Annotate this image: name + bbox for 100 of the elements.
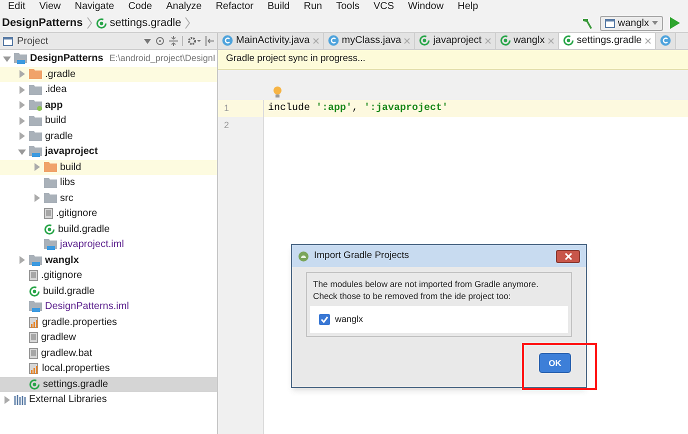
dialog-title: Import Gradle Projects [314,248,410,263]
collapse-icon[interactable] [169,36,178,46]
menu-item[interactable]: Tools [336,2,360,12]
collapsed-arrow-icon[interactable] [18,256,26,264]
module-file-icon [29,301,42,312]
lightbulb-icon[interactable] [273,86,282,98]
tree-item[interactable]: gradle [0,128,217,144]
tree-item[interactable]: javaproject.iml [0,237,217,252]
hide-panel-icon[interactable] [205,36,214,46]
sync-banner: Gradle project sync in progress... [218,50,688,70]
menu-item[interactable]: Build [267,2,290,12]
gradle-file-icon [419,35,430,46]
android-icon [298,250,309,262]
ok-button[interactable]: OK [539,353,571,373]
file-icon [29,348,38,359]
menu-item[interactable]: VCS [373,2,394,12]
module-folder-icon [29,100,42,111]
tree-item[interactable]: gradlew.bat [0,346,217,361]
close-icon [564,252,572,260]
expanded-arrow-icon[interactable] [3,54,11,63]
checkbox[interactable] [319,314,330,325]
tree-item[interactable]: local.properties [0,361,217,376]
tree-item[interactable]: .idea [0,82,217,98]
tree-item[interactable]: .gitignore [0,268,217,284]
file-icon [29,270,38,282]
menu-item[interactable]: Window [408,2,444,12]
gradle-file-icon [562,35,574,46]
menu-item[interactable]: Help [458,2,478,12]
module-folder-icon [14,53,27,64]
editor-tab[interactable]: settings.gradle [558,33,656,49]
menu-item[interactable]: Analyze [166,2,202,12]
menu-item[interactable]: Run [304,2,322,12]
gradle-file-icon [500,35,511,46]
tree-item[interactable]: .gradle [0,66,217,82]
close-icon[interactable] [312,38,319,44]
menu-item[interactable]: View [39,2,61,12]
window-icon [604,18,615,28]
tree-item[interactable]: src [0,190,217,206]
tree-item[interactable]: build.gradle [0,222,217,237]
gradle-file-icon [96,18,107,28]
editor-tab[interactable]: wanglx [496,33,559,49]
collapsed-arrow-icon[interactable] [33,194,41,202]
panel-title[interactable]: Project [17,34,48,48]
close-icon[interactable] [548,38,554,44]
gradle-file-icon [29,378,40,390]
tree-item[interactable]: javaproject [0,144,217,160]
class-icon [328,35,339,46]
gear-icon[interactable] [187,36,201,46]
tree-item[interactable]: settings.gradle [0,376,217,392]
tree-item[interactable]: External Libraries [0,392,217,408]
line-number: 1 [218,100,264,117]
menu-item[interactable]: Code [128,2,152,12]
menu-item[interactable]: Refactor [216,2,254,12]
properties-file-icon [29,363,39,374]
class-icon [660,35,671,46]
editor-tab[interactable] [656,33,676,49]
breadcrumb-item[interactable]: DesignPatterns [2,14,83,32]
tree-item[interactable]: build [0,113,217,128]
tree-item[interactable]: build.gradle [0,284,217,299]
run-icon[interactable] [669,17,680,29]
hammer-icon[interactable] [580,16,594,30]
close-icon[interactable] [404,38,410,44]
crosshair-icon[interactable] [155,36,165,46]
dialog-message: The modules below are not imported from Gradle anymore. Check those to be removed from the ide project too: [312,278,540,302]
editor-tab[interactable]: javaproject [415,33,496,49]
close-icon[interactable] [644,38,651,44]
close-icon[interactable] [484,38,491,44]
tree-item[interactable]: wanglx [0,252,217,268]
close-button[interactable] [556,250,580,262]
tree-item[interactable]: gradlew [0,330,217,346]
file-icon [44,208,53,220]
tree-item[interactable]: .gitignore [0,206,217,222]
caret-icon[interactable] [144,38,151,44]
editor-tab[interactable]: myClass.java [324,33,416,49]
tree-item[interactable]: DesignPatterns.iml [0,299,217,314]
folder-icon [44,193,57,204]
tree-item[interactable]: DesignPatterns E:\android_project\DesignI [0,51,217,66]
folder-icon [29,131,42,142]
folder-icon [29,84,42,95]
folder-icon [29,69,42,80]
collapsed-arrow-icon[interactable] [33,163,41,172]
folder-icon [44,178,57,188]
chevron-icon [86,17,92,29]
gradle-file-icon [29,286,40,297]
editor-tab[interactable]: MainActivity.java [218,33,324,49]
menu-item[interactable]: Navigate [74,2,114,12]
panel-icon [3,36,13,46]
tree-item[interactable]: libs [0,175,217,190]
tree-item[interactable]: build [0,160,217,175]
folder-icon [44,162,57,172]
expanded-arrow-icon[interactable] [18,148,26,156]
breadcrumb-item[interactable]: settings.gradle [96,14,182,32]
module-file-icon [44,239,57,250]
chevron-icon [185,17,190,29]
collapsed-arrow-icon[interactable] [3,396,11,404]
menu-item[interactable]: Edit [8,2,26,12]
tree-item[interactable]: gradle.properties [0,314,217,330]
gradle-file-icon [44,224,55,235]
run-configuration-dropdown[interactable]: wanglx [600,16,663,30]
tree-item[interactable]: app [0,98,217,113]
